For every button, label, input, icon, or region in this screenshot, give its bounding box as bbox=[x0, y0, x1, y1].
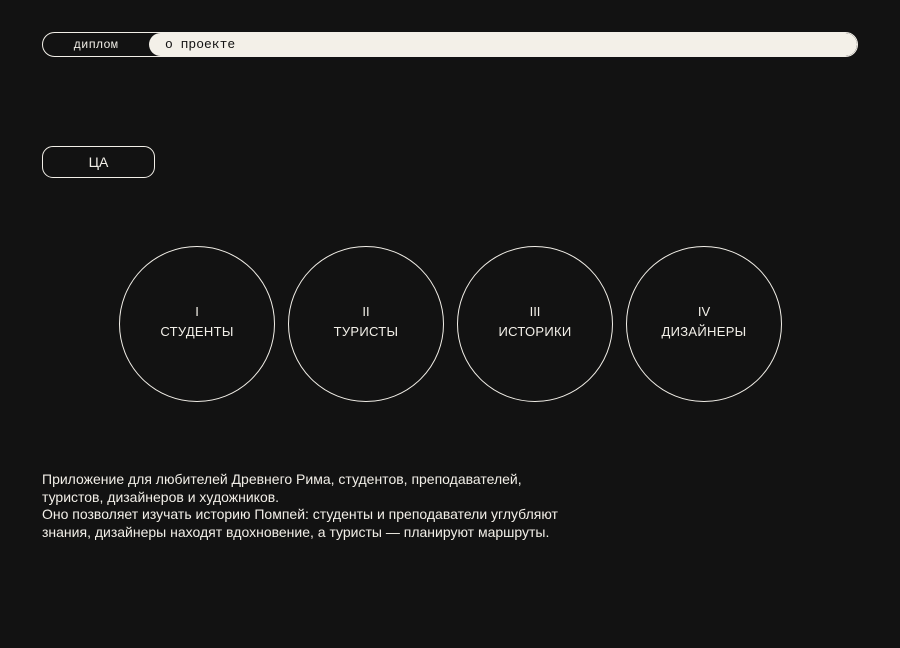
audience-label: ТУРИСТЫ bbox=[333, 324, 399, 339]
audience-numeral: III bbox=[529, 304, 541, 319]
tab-about-project[interactable]: о проекте bbox=[149, 33, 857, 56]
top-navigation: диплом о проекте bbox=[42, 32, 858, 57]
audience-circle-designers: IV ДИЗАЙНЕРЫ bbox=[626, 246, 782, 402]
audience-label: ИСТОРИКИ bbox=[498, 324, 572, 339]
audience-numeral: IV bbox=[697, 304, 711, 319]
audience-circles: I СТУДЕНТЫ II ТУРИСТЫ III ИСТОРИКИ IV ДИ… bbox=[119, 246, 782, 402]
audience-circle-tourists: II ТУРИСТЫ bbox=[288, 246, 444, 402]
audience-numeral: II bbox=[362, 304, 370, 319]
section-label-target-audience: ЦА bbox=[42, 146, 155, 178]
tab-diploma[interactable]: диплом bbox=[43, 33, 149, 56]
description-line: Приложение для любителей Древнего Рима, … bbox=[42, 471, 522, 487]
audience-label: СТУДЕНТЫ bbox=[160, 324, 234, 339]
description-line: Оно позволяет изучать историю Помпей: ст… bbox=[42, 506, 558, 522]
audience-circle-students: I СТУДЕНТЫ bbox=[119, 246, 275, 402]
project-description: Приложение для любителей Древнего Рима, … bbox=[42, 471, 622, 541]
audience-numeral: I bbox=[195, 304, 199, 319]
audience-label: ДИЗАЙНЕРЫ bbox=[661, 324, 747, 339]
audience-circle-historians: III ИСТОРИКИ bbox=[457, 246, 613, 402]
description-line: туристов, дизайнеров и художников. bbox=[42, 488, 280, 505]
description-line: знания, дизайнеры находят вдохновение, а… bbox=[42, 523, 550, 540]
